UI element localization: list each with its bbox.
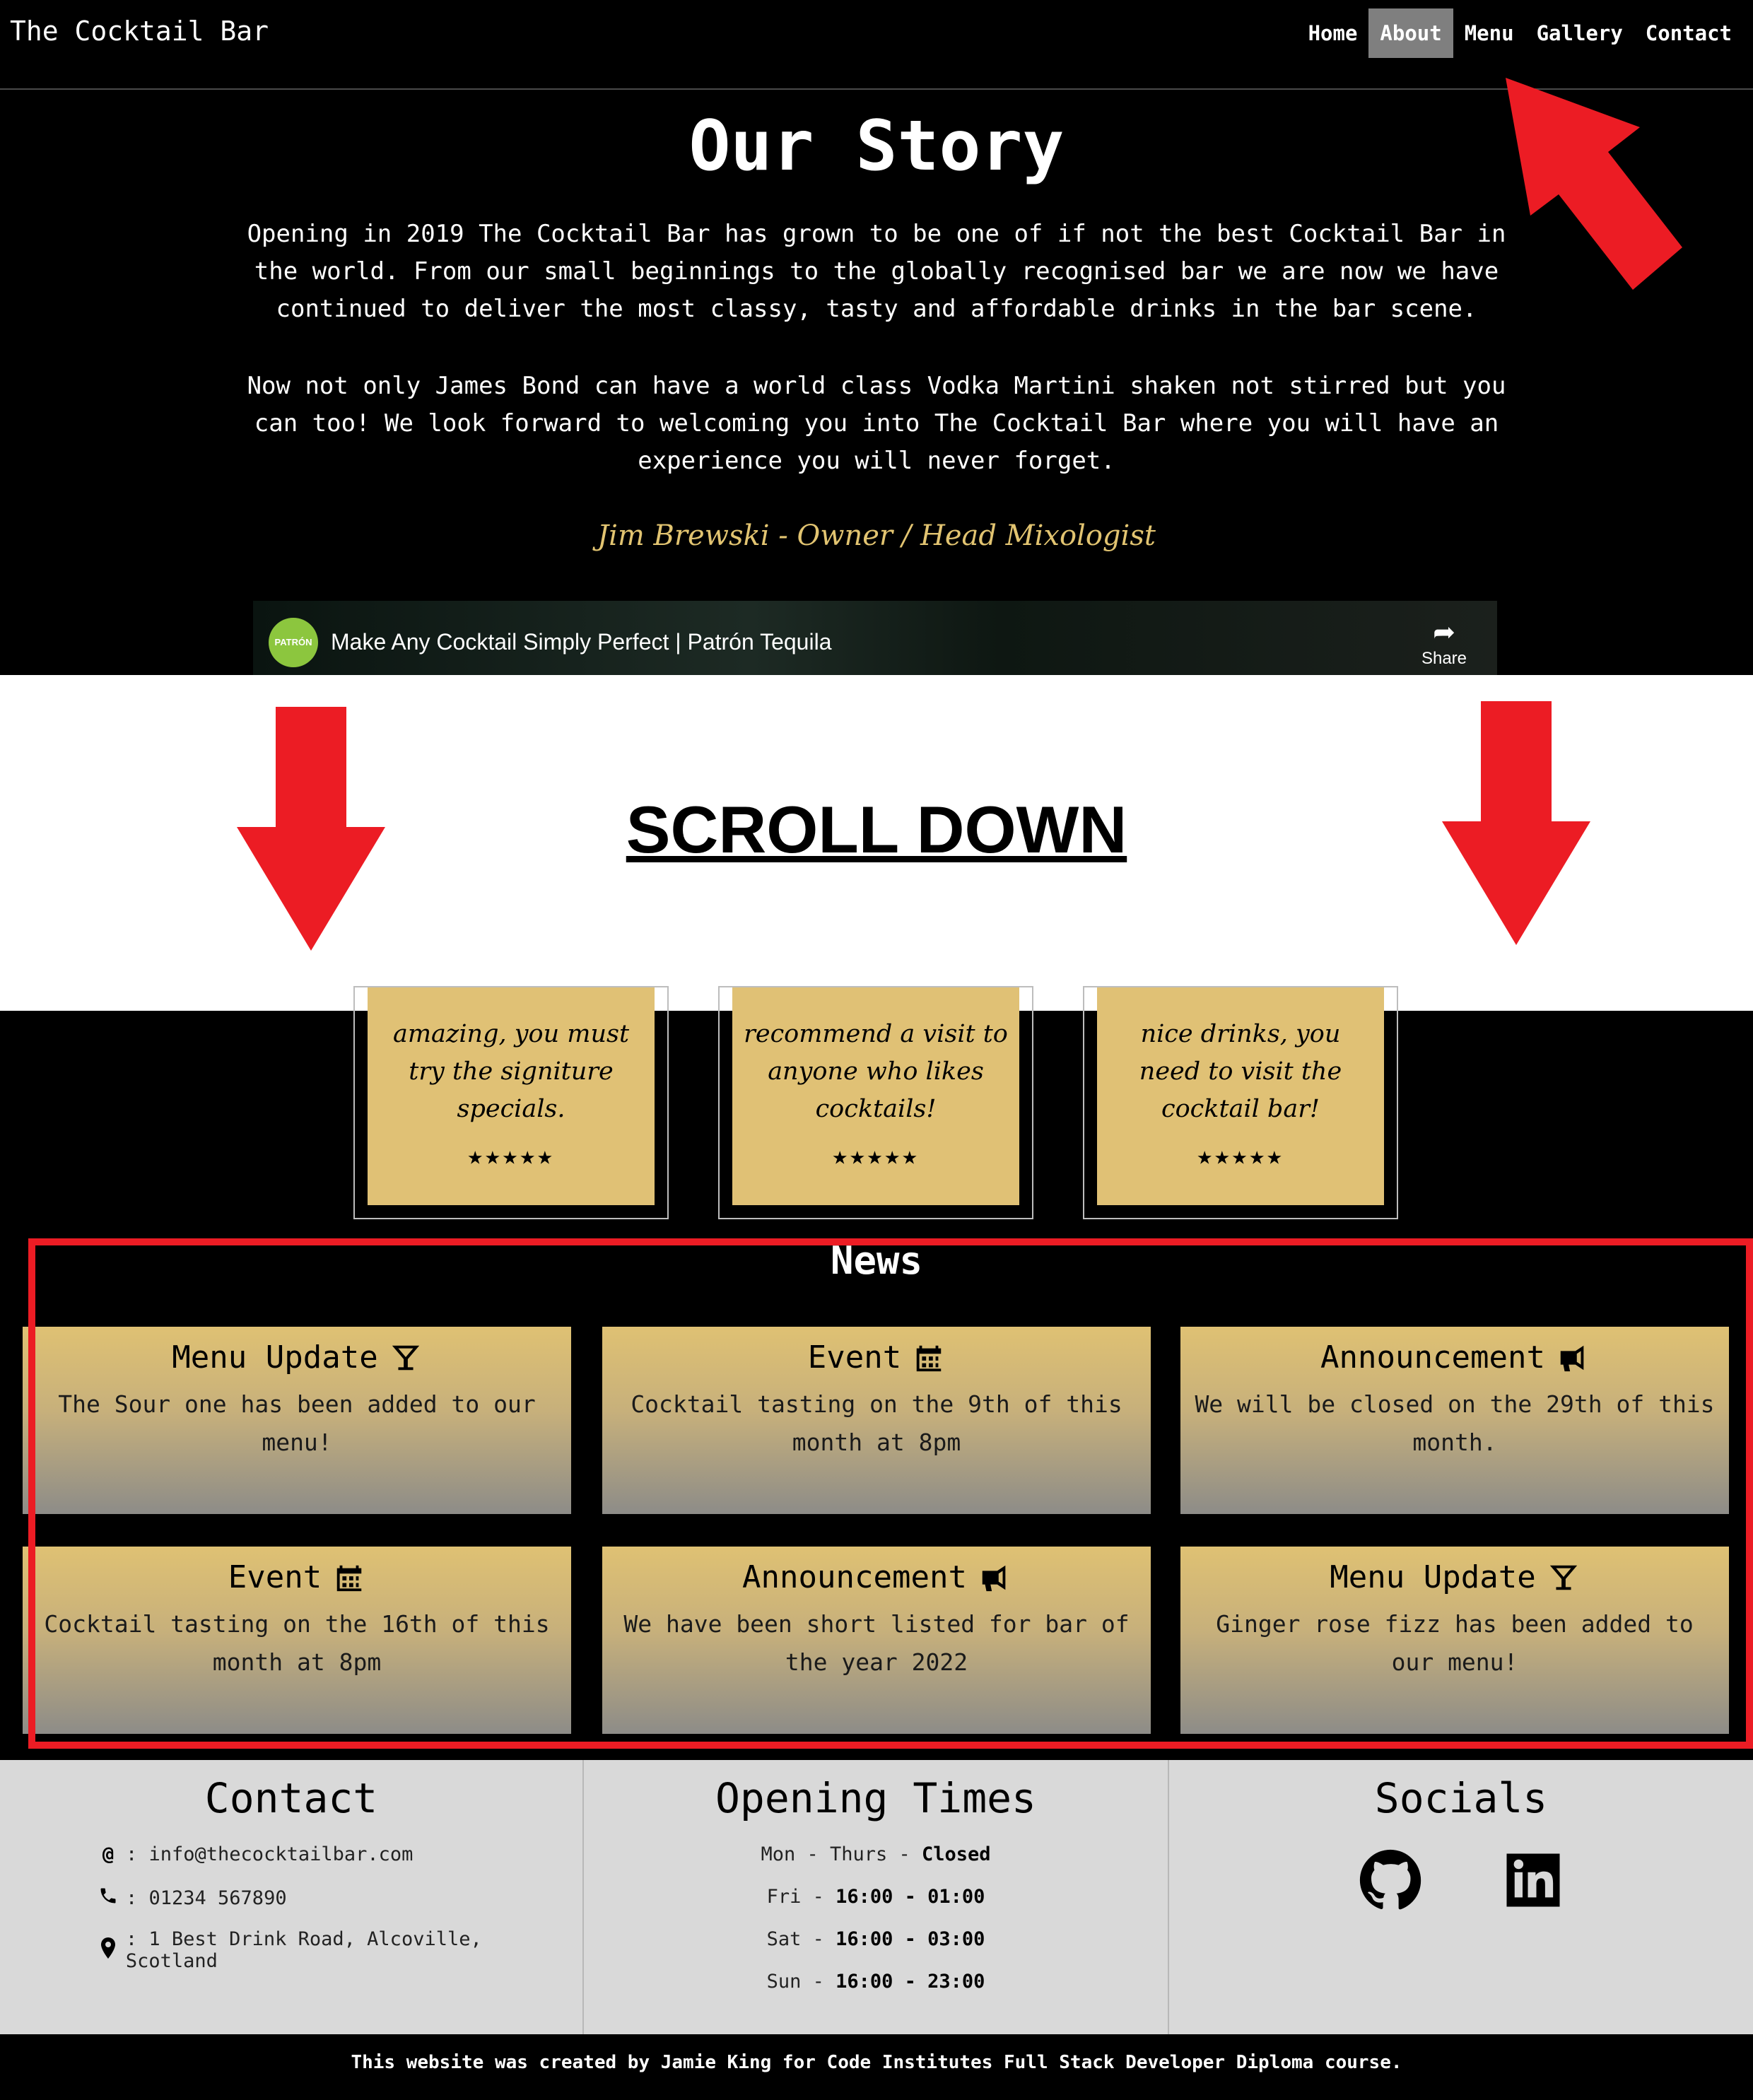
nav-link-menu[interactable]: Menu: [1453, 8, 1525, 58]
share-icon: ➦: [1433, 618, 1455, 647]
star-rating: ★★★★★: [467, 1143, 555, 1172]
opening-times-heading: Opening Times: [715, 1774, 1036, 1822]
github-icon[interactable]: [1359, 1848, 1422, 1912]
hours-row: Sat - 16:00 - 03:00: [766, 1928, 985, 1950]
contact-phone-row[interactable]: : 01234 567890: [98, 1886, 287, 1911]
nav-links: Home About Menu Gallery Contact: [1297, 8, 1743, 58]
linkedin-icon[interactable]: [1501, 1848, 1565, 1912]
at-sign-icon: @: [102, 1843, 115, 1865]
footer-contact-heading: Contact: [204, 1774, 378, 1822]
star-rating: ★★★★★: [832, 1143, 920, 1172]
review-text: amazing, you must try the signiture spec…: [392, 1020, 630, 1123]
share-label: Share: [1421, 649, 1467, 668]
review-card: nice drinks, you need to visit the cockt…: [1097, 987, 1384, 1205]
brand-logo[interactable]: The Cocktail Bar: [10, 16, 269, 47]
channel-logo[interactable]: PATRÓN: [269, 618, 318, 667]
review-card: recommend a visit to anyone who likes co…: [732, 987, 1019, 1205]
video-title[interactable]: Make Any Cocktail Simply Perfect | Patró…: [331, 629, 831, 655]
story-title: Our Story: [688, 106, 1065, 187]
scroll-down-label: SCROLL DOWN: [626, 792, 1127, 867]
footer: Contact @ : info@thecocktailbar.com : 01…: [0, 1760, 1753, 2034]
star-rating: ★★★★★: [1197, 1143, 1284, 1172]
footer-contact: Contact @ : info@thecocktailbar.com : 01…: [0, 1760, 584, 2034]
footer-socials: Socials: [1169, 1760, 1753, 2034]
phone-icon: [98, 1886, 119, 1911]
review-text: recommend a visit to anyone who likes co…: [744, 1020, 1008, 1123]
review-card: amazing, you must try the signiture spec…: [368, 987, 655, 1205]
footer-opening-times: Opening Times Mon - Thurs - Closed Fri -…: [584, 1760, 1169, 2034]
contact-email[interactable]: : info@thecocktailbar.com: [126, 1843, 413, 1865]
contact-phone[interactable]: : 01234 567890: [126, 1887, 287, 1909]
owner-signature: Jim Brewski - Owner / Head Mixologist: [597, 520, 1156, 552]
annotation-highlight-box: [28, 1238, 1753, 1749]
review-text: nice drinks, you need to visit the cockt…: [1139, 1020, 1342, 1123]
navbar: The Cocktail Bar Home About Menu Gallery…: [0, 0, 1753, 90]
review-frame: amazing, you must try the signiture spec…: [353, 986, 669, 1219]
nav-link-gallery[interactable]: Gallery: [1525, 8, 1634, 58]
video-embed[interactable]: PATRÓN Make Any Cocktail Simply Perfect …: [253, 601, 1497, 675]
nav-link-about[interactable]: About: [1368, 8, 1453, 58]
review-frame: recommend a visit to anyone who likes co…: [718, 986, 1033, 1219]
contact-address: : 1 Best Drink Road, Alcoville, Scotland: [125, 1928, 482, 1972]
footer-credit: This website was created by Jamie King f…: [0, 2034, 1753, 2100]
hours-row: Sun - 16:00 - 23:00: [766, 1971, 985, 1993]
nav-link-home[interactable]: Home: [1297, 8, 1369, 58]
map-pin-icon: [98, 1937, 119, 1964]
review-frame: nice drinks, you need to visit the cockt…: [1083, 986, 1398, 1219]
contact-email-row[interactable]: @ : info@thecocktailbar.com: [98, 1843, 414, 1865]
socials-heading: Socials: [1374, 1774, 1548, 1822]
story-paragraph-1: Opening in 2019 The Cocktail Bar has gro…: [247, 220, 1506, 323]
share-button[interactable]: ➦ Share: [1419, 616, 1469, 669]
nav-link-contact[interactable]: Contact: [1634, 8, 1743, 58]
hours-row: Mon - Thurs - Closed: [761, 1843, 991, 1865]
story-paragraph-2: Now not only James Bond can have a world…: [247, 372, 1506, 475]
contact-address-row: : 1 Best Drink Road, Alcoville, Scotland: [98, 1928, 582, 1972]
hours-row: Fri - 16:00 - 01:00: [766, 1886, 985, 1908]
